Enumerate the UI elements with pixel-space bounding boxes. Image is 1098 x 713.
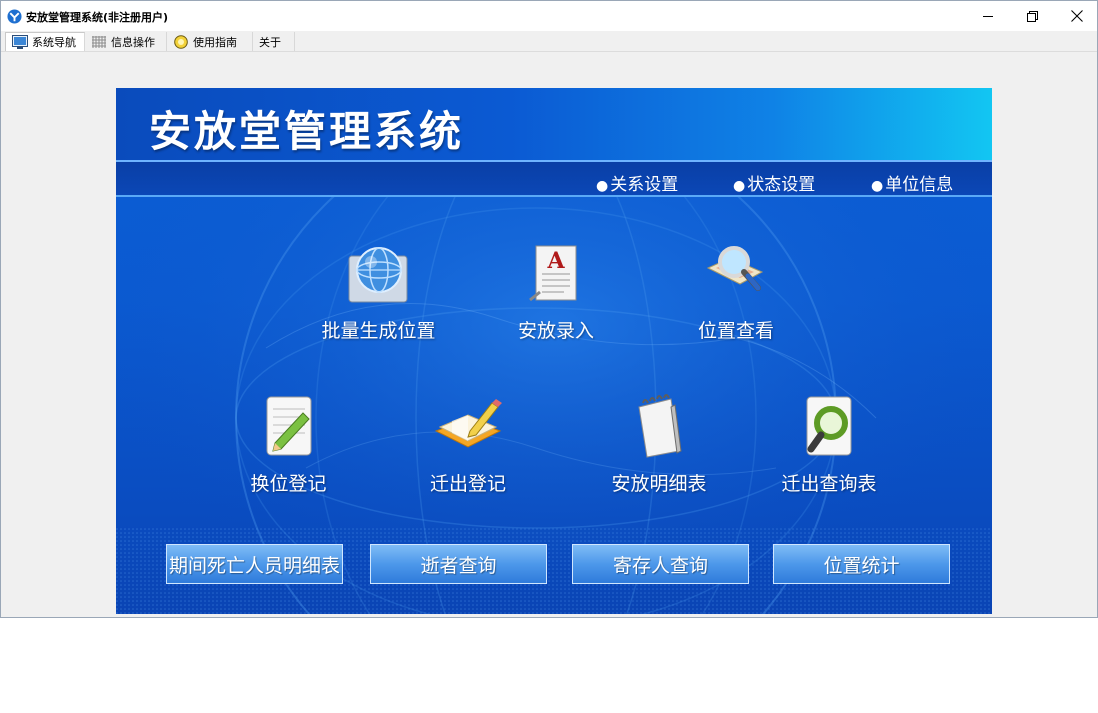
feature-label: 位置查看 <box>697 320 774 342</box>
spiral-notebook-icon <box>638 394 682 458</box>
feature-position-change-registration[interactable]: 换位登记 <box>236 391 341 496</box>
svg-text:A: A <box>546 248 565 274</box>
tab-about[interactable]: 关于 <box>253 32 295 51</box>
nav-link-unit-info[interactable]: ● 单位信息 <box>871 170 953 195</box>
tab-label: 系统导航 <box>32 36 76 49</box>
tab-user-guide[interactable]: 使用指南 <box>167 32 253 51</box>
tab-info-operations[interactable]: 信息操作 <box>85 32 167 51</box>
feature-label: 迁出查询表 <box>781 473 877 495</box>
feature-move-out-registration[interactable]: 迁出登记 <box>413 391 523 496</box>
deceased-query-button[interactable]: 逝者查询 <box>370 544 547 584</box>
deceased-period-details-button[interactable]: 期间死亡人员明细表 <box>166 544 343 584</box>
feature-placement-entry[interactable]: A 安放录入 <box>501 238 611 343</box>
feature-batch-generate-positions[interactable]: 批量生成位置 <box>311 238 446 343</box>
minimize-button[interactable] <box>966 1 1011 31</box>
header-banner: 安放堂管理系统 <box>116 88 992 160</box>
feature-label: 安放录入 <box>517 320 594 342</box>
window-title: 安放堂管理系统(非注册用户) <box>26 11 169 24</box>
menu-tab-bar: 系统导航 信息操作 使用指南 关于 <box>1 31 1097 52</box>
close-icon <box>1070 10 1083 22</box>
main-navigation-panel: 安放堂管理系统 ● 关系设置 ● 状态设置 ● 单位信息 批量生成位置 A 安放… <box>116 88 992 614</box>
app-logo-icon <box>7 9 22 24</box>
minimize-icon <box>983 15 993 17</box>
globe-icon <box>348 247 407 303</box>
notepad-pencil-icon <box>266 396 311 456</box>
nav-link-status-settings[interactable]: ● 状态设置 <box>733 170 815 195</box>
system-title: 安放堂管理系统 <box>149 107 465 156</box>
monitor-icon <box>12 35 28 49</box>
settings-nav-bar: ● 关系设置 ● 状态设置 ● 单位信息 <box>116 160 992 197</box>
position-statistics-button[interactable]: 位置统计 <box>773 544 950 584</box>
title-bar[interactable]: 安放堂管理系统(非注册用户) <box>1 1 1097 31</box>
magnifier-map-icon <box>706 246 764 291</box>
grid-icon <box>92 35 106 48</box>
tab-system-navigation[interactable]: 系统导航 <box>5 32 85 51</box>
restore-icon <box>1027 10 1038 22</box>
feature-label: 迁出登记 <box>429 473 506 495</box>
close-button[interactable] <box>1054 1 1097 31</box>
nav-link-relation-settings[interactable]: ● 关系设置 <box>596 170 678 195</box>
restore-button[interactable] <box>1010 1 1055 31</box>
feature-move-out-query[interactable]: 迁出查询表 <box>764 391 894 496</box>
feature-position-view[interactable]: 位置查看 <box>681 238 791 343</box>
depositor-query-button[interactable]: 寄存人查询 <box>572 544 749 584</box>
feature-placement-details[interactable]: 安放明细表 <box>594 391 724 496</box>
feature-label: 批量生成位置 <box>321 320 436 342</box>
lightbulb-icon <box>174 34 188 49</box>
tab-label: 信息操作 <box>111 35 155 49</box>
document-a-icon: A <box>529 245 577 302</box>
tab-label: 关于 <box>259 35 281 49</box>
search-document-icon <box>806 396 852 456</box>
open-book-pencil-icon <box>434 399 502 448</box>
tab-label: 使用指南 <box>193 35 237 49</box>
feature-label: 换位登记 <box>250 473 327 495</box>
feature-label: 安放明细表 <box>611 473 707 495</box>
app-window: 安放堂管理系统(非注册用户) 系统导航 信息操作 使用指南 关于 安放堂管理系统… <box>0 0 1098 618</box>
